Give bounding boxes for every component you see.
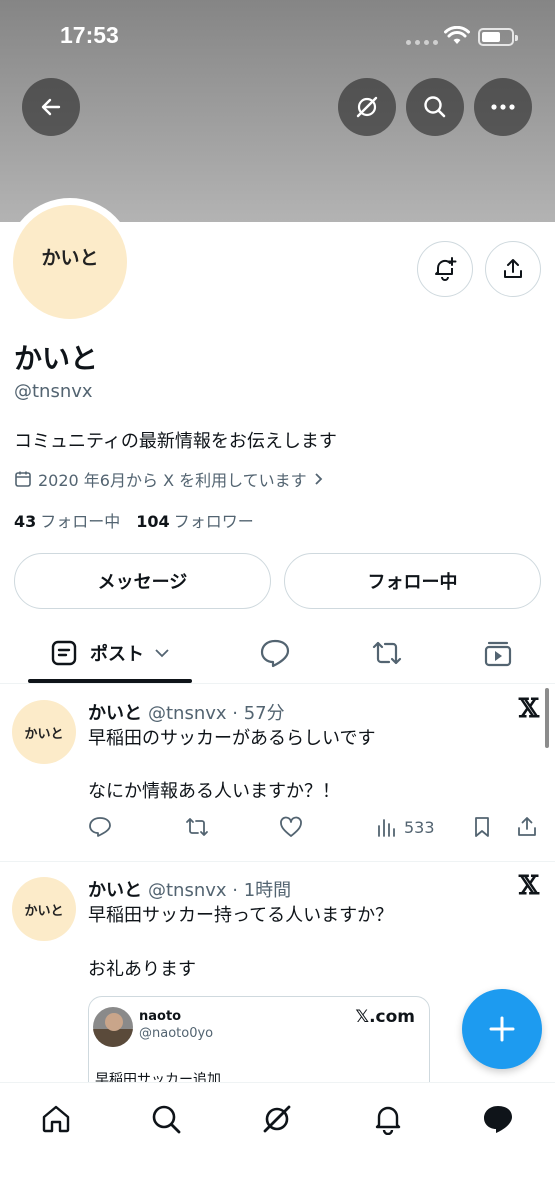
chat-bubble-icon xyxy=(484,1106,512,1133)
post-item[interactable]: かいと かいと @tnsnvx · 57分 𝕏 早稲田のサッカーがあるらしいです … xyxy=(0,686,555,862)
views-button[interactable]: 533 xyxy=(376,816,435,838)
x-logo-icon: 𝕏 xyxy=(518,871,539,901)
profile-avatar: かいと xyxy=(13,205,127,319)
arrow-left-icon xyxy=(41,98,61,116)
post-author-name[interactable]: かいと xyxy=(88,703,142,724)
tab-media[interactable] xyxy=(473,624,523,682)
joined-date-text: 2020 年6月から X を利用しています xyxy=(38,471,307,490)
post-author-name[interactable]: かいと xyxy=(88,880,142,901)
profile-avatar-frame[interactable]: かいと xyxy=(6,198,134,326)
message-button[interactable]: メッセージ xyxy=(14,553,271,609)
chevron-down-icon xyxy=(155,649,169,658)
share-post-button[interactable] xyxy=(516,816,538,838)
search-icon xyxy=(424,96,446,118)
repost-icon xyxy=(186,818,208,836)
tab-posts[interactable]: ポスト xyxy=(28,624,192,682)
profile-bio: コミュニティの最新情報をお伝えします xyxy=(14,431,337,452)
following-button[interactable]: フォロー中 xyxy=(284,553,541,609)
post-header: かいと @tnsnvx · 1時間 xyxy=(88,876,291,902)
bookmark-icon xyxy=(475,817,489,837)
joined-date-link[interactable]: 2020 年6月から X を利用しています xyxy=(14,467,325,491)
post-text-line: 早稲田サッカー持ってる人いますか？ xyxy=(88,905,394,926)
post-actions: 533 xyxy=(88,816,543,844)
nav-grok[interactable] xyxy=(257,1099,297,1139)
search-icon xyxy=(152,1105,181,1134)
share-icon xyxy=(518,817,536,836)
status-bar: 17:53 xyxy=(0,0,555,70)
analytics-bars-icon xyxy=(378,819,395,837)
following-label: フォロー中 xyxy=(40,512,121,531)
tab-replies[interactable] xyxy=(250,624,300,682)
reply-bubble-icon xyxy=(260,639,290,668)
plus-icon xyxy=(489,1016,515,1042)
nav-search[interactable] xyxy=(146,1099,186,1139)
post-meta: @tnsnvx · 57分 xyxy=(148,703,285,724)
grok-button[interactable] xyxy=(338,78,396,136)
chevron-right-icon xyxy=(315,473,322,485)
followers-link[interactable]: 104 フォロワー xyxy=(136,508,253,532)
quoted-post-card[interactable]: naoto @naoto0yo 𝕏.com 早稲田サッカー追加 xyxy=(88,996,430,1096)
back-button[interactable] xyxy=(22,78,80,136)
post-text-line: なにか情報ある人いますか？！ xyxy=(88,781,340,802)
tab-posts-label: ポスト xyxy=(90,644,144,665)
repost-icon xyxy=(372,641,402,665)
post-header: かいと @tnsnvx · 57分 xyxy=(88,699,285,725)
wifi-icon xyxy=(444,25,470,50)
bottom-navigation xyxy=(0,1082,555,1200)
like-button[interactable] xyxy=(279,816,303,838)
scrollbar[interactable] xyxy=(545,688,549,748)
grok-icon xyxy=(263,1105,291,1133)
post-text-line: 早稲田のサッカーがあるらしいです xyxy=(88,728,376,749)
followers-count: 104 xyxy=(136,512,170,531)
grok-icon xyxy=(356,96,378,118)
reply-icon xyxy=(89,817,111,837)
more-dots-icon xyxy=(491,104,515,110)
post-meta: @tnsnvx · 1時間 xyxy=(148,880,292,901)
more-options-button[interactable] xyxy=(474,78,532,136)
views-count: 533 xyxy=(404,817,435,837)
post-text-line: お礼あります xyxy=(88,959,196,980)
bell-plus-icon xyxy=(435,257,457,281)
quoted-author-name: naoto xyxy=(139,1009,182,1024)
nav-home[interactable] xyxy=(36,1099,76,1139)
search-button[interactable] xyxy=(406,78,464,136)
post-icon xyxy=(51,640,77,666)
media-icon xyxy=(484,641,512,667)
quoted-author-avatar xyxy=(93,1007,133,1047)
share-icon xyxy=(504,259,522,278)
share-profile-button[interactable] xyxy=(485,241,541,297)
following-link[interactable]: 43 フォロー中 xyxy=(14,508,120,532)
quoted-author-handle: @naoto0yo xyxy=(139,1026,214,1041)
post-avatar[interactable]: かいと xyxy=(12,877,76,941)
post-avatar[interactable]: かいと xyxy=(12,700,76,764)
cellular-signal-icon xyxy=(406,40,438,45)
active-tab-indicator xyxy=(28,679,192,683)
bell-icon xyxy=(375,1106,401,1135)
nav-messages[interactable] xyxy=(478,1099,518,1139)
bookmark-button[interactable] xyxy=(472,816,492,838)
x-logo-icon: 𝕏 xyxy=(518,694,539,724)
heart-icon xyxy=(280,816,302,837)
reply-button[interactable] xyxy=(88,816,112,838)
nav-notifications[interactable] xyxy=(368,1099,408,1139)
notifications-subscribe-button[interactable] xyxy=(417,241,473,297)
follow-stats: 43 フォロー中 104 フォロワー xyxy=(14,508,254,532)
calendar-icon xyxy=(15,471,31,487)
profile-tabs: ポスト xyxy=(0,624,555,684)
tab-reposts[interactable] xyxy=(362,624,412,682)
profile-name: かいと xyxy=(14,342,99,375)
following-count: 43 xyxy=(14,512,37,531)
battery-icon xyxy=(478,28,518,46)
profile-handle: @tnsnvx xyxy=(14,381,93,402)
followers-label: フォロワー xyxy=(173,512,254,531)
status-time: 17:53 xyxy=(60,22,119,48)
compose-post-button[interactable] xyxy=(462,989,542,1069)
home-icon xyxy=(42,1105,70,1133)
repost-button[interactable] xyxy=(184,816,210,838)
card-source-label: 𝕏.com xyxy=(355,1007,415,1027)
